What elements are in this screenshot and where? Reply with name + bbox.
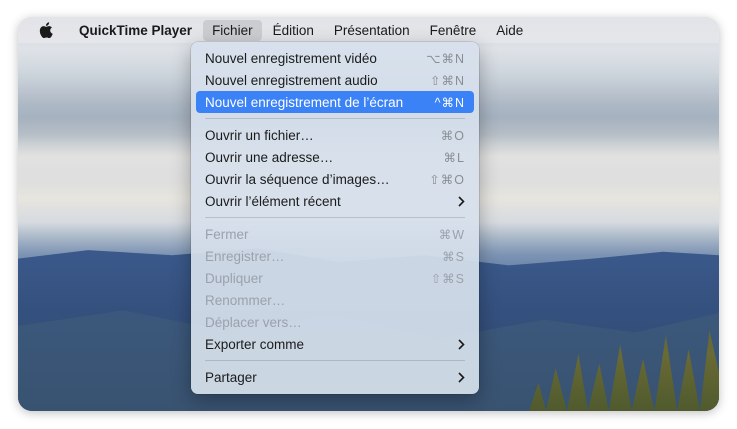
menu-bar: QuickTime Player Fichier Édition Présent… <box>18 17 719 43</box>
menu-separator <box>205 360 465 361</box>
menu-item-move-to[interactable]: Déplacer vers… <box>196 311 474 333</box>
menu-separator <box>205 118 465 119</box>
menu-item-shortcut: ⌘S <box>442 249 465 264</box>
menu-item-label: Ouvrir la séquence d’images… <box>205 171 390 187</box>
menu-item-open-recent[interactable]: Ouvrir l’élément récent <box>196 190 474 212</box>
screen: QuickTime Player Fichier Édition Présent… <box>18 17 719 411</box>
menu-item-label: Nouvel enregistrement vidéo <box>205 50 377 66</box>
menu-item-label: Dupliquer <box>205 270 263 286</box>
chevron-right-icon <box>455 338 465 350</box>
menu-item-label: Ouvrir une adresse… <box>205 149 334 165</box>
file-menu-dropdown: Nouvel enregistrement vidéo ⌥⌘N Nouvel e… <box>191 42 479 394</box>
menu-item-label: Nouvel enregistrement de l’écran <box>205 94 404 110</box>
chevron-right-icon <box>455 195 465 207</box>
menu-item-shortcut: ⌘W <box>438 227 465 242</box>
menu-item-duplicate[interactable]: Dupliquer ⇧⌘S <box>196 267 474 289</box>
menu-item-label: Déplacer vers… <box>205 314 302 330</box>
menubar-presentation[interactable]: Présentation <box>325 20 419 41</box>
menu-item-export-as[interactable]: Exporter comme <box>196 333 474 355</box>
menubar-app-name[interactable]: QuickTime Player <box>70 20 201 41</box>
menu-item-shortcut: ⌥⌘N <box>426 51 465 66</box>
menu-item-label: Partager <box>205 369 257 385</box>
menu-item-label: Fermer <box>205 226 249 242</box>
menu-item-open-image-sequence[interactable]: Ouvrir la séquence d’images… ⇧⌘O <box>196 168 474 190</box>
menu-item-label: Enregistrer… <box>205 248 285 264</box>
menu-item-label: Ouvrir un fichier… <box>205 127 314 143</box>
menu-item-shortcut: ⌘L <box>443 150 465 165</box>
menu-item-close[interactable]: Fermer ⌘W <box>196 223 474 245</box>
menu-item-shortcut: ⇧⌘S <box>430 271 465 286</box>
menu-item-label: Renommer… <box>205 292 286 308</box>
menu-item-shortcut: ^⌘N <box>434 95 465 110</box>
menu-item-open-location[interactable]: Ouvrir une adresse… ⌘L <box>196 146 474 168</box>
menubar-aide[interactable]: Aide <box>487 20 532 41</box>
menu-item-save[interactable]: Enregistrer… ⌘S <box>196 245 474 267</box>
menu-item-new-video-recording[interactable]: Nouvel enregistrement vidéo ⌥⌘N <box>196 47 474 69</box>
menu-item-shortcut: ⌘O <box>440 128 465 143</box>
apple-logo-icon[interactable] <box>36 20 56 40</box>
menu-item-share[interactable]: Partager <box>196 366 474 388</box>
menu-item-new-screen-recording[interactable]: Nouvel enregistrement de l’écran ^⌘N <box>196 91 474 113</box>
menubar-fichier[interactable]: Fichier <box>203 19 262 41</box>
menubar-edition[interactable]: Édition <box>264 20 323 41</box>
menu-item-label: Exporter comme <box>205 336 305 352</box>
menu-separator <box>205 217 465 218</box>
menu-item-open-file[interactable]: Ouvrir un fichier… ⌘O <box>196 124 474 146</box>
menu-item-label: Nouvel enregistrement audio <box>205 72 378 88</box>
menubar-fenetre[interactable]: Fenêtre <box>421 20 486 41</box>
menu-item-label: Ouvrir l’élément récent <box>205 193 341 209</box>
menu-item-shortcut: ⇧⌘N <box>429 73 465 88</box>
chevron-right-icon <box>455 371 465 383</box>
menu-item-shortcut: ⇧⌘O <box>429 172 465 187</box>
menu-item-rename[interactable]: Renommer… <box>196 289 474 311</box>
menu-item-new-audio-recording[interactable]: Nouvel enregistrement audio ⇧⌘N <box>196 69 474 91</box>
